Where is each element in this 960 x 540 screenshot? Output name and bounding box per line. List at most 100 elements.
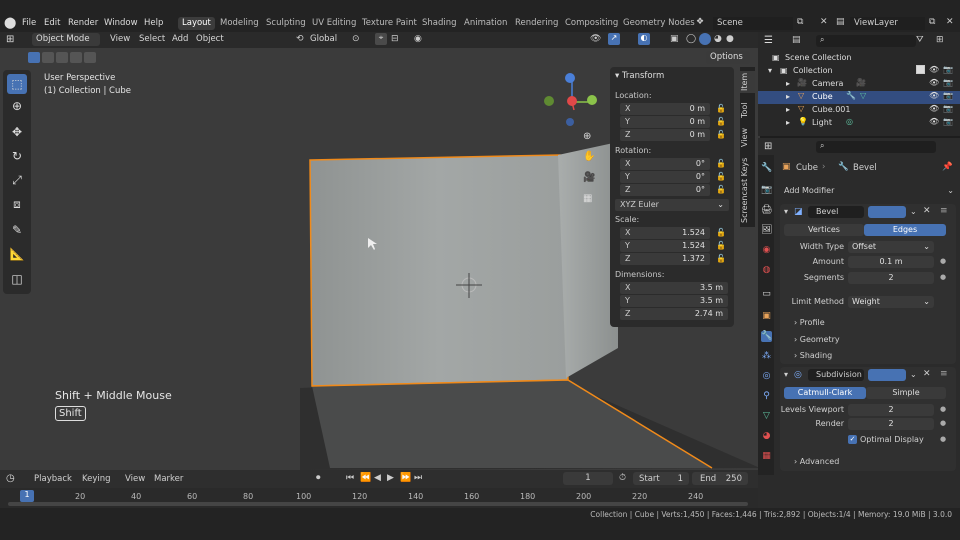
close-icon[interactable]: ✕ [820, 17, 828, 27]
particles-tab-icon[interactable]: ⁂ [761, 351, 772, 362]
lock-icon[interactable]: 🔓 [716, 185, 726, 194]
eye-icon[interactable]: 👁 [929, 65, 939, 74]
width-type-dropdown[interactable]: Offset ⌄ [848, 241, 934, 253]
chevron-right-icon[interactable]: ▸ [786, 79, 790, 88]
eye-icon[interactable]: 👁 [929, 78, 939, 87]
eye-icon[interactable]: 👁 [929, 104, 939, 113]
texture-tab-icon[interactable]: ▦ [761, 451, 772, 462]
subdivision-tab-catmull-clark[interactable]: Catmull-Clark [784, 387, 866, 399]
material-tab-icon[interactable]: ◕ [761, 431, 772, 442]
scale-x-field[interactable]: X 1.524 [620, 227, 710, 239]
properties-search-input[interactable]: ⌕ [816, 141, 936, 153]
menu-edit[interactable]: Edit [44, 18, 60, 28]
eye-icon[interactable]: 👁 [929, 91, 939, 100]
tab-uv-editing[interactable]: UV Editing [308, 17, 360, 30]
rotation-x-field[interactable]: X 0° [620, 158, 710, 170]
options-menu[interactable]: Options [706, 51, 750, 64]
scale-tool-icon[interactable]: ⤢ [7, 170, 27, 190]
render-levels-field[interactable]: 2 [848, 418, 934, 430]
transform-header[interactable]: ▾ Transform [615, 71, 664, 81]
scene-tab-icon[interactable]: ◉ [761, 245, 772, 256]
geometry-subpanel[interactable]: › Geometry [794, 335, 840, 344]
close-viewlayer-icon[interactable]: ✕ [946, 17, 954, 27]
stopwatch-icon[interactable]: ⏱ [619, 473, 626, 483]
record-icon[interactable]: ⏺ [316, 473, 321, 483]
lock-icon[interactable]: 🔓 [716, 254, 726, 263]
lock-icon[interactable]: 🔓 [716, 130, 726, 139]
lock-icon[interactable]: 🔓 [716, 172, 726, 181]
tab-tool[interactable]: Tool [740, 99, 755, 121]
keying-menu[interactable]: Keying [82, 474, 111, 484]
select-box-tool-icon[interactable]: ⬚ [7, 74, 27, 94]
ortho-grid-icon[interactable]: ▦ [583, 193, 592, 204]
rotation-mode-dropdown[interactable]: XYZ Euler ⌄ [615, 199, 729, 211]
subdivision-name-field[interactable]: Subdivision [808, 369, 864, 381]
select-intersect-icon[interactable] [84, 52, 96, 63]
jump-start-icon[interactable]: ⏮ [346, 473, 354, 483]
rotate-tool-icon[interactable]: ↻ [7, 146, 27, 166]
tab-animation[interactable]: Animation [460, 17, 511, 30]
material-shading-icon[interactable]: ◕ [714, 34, 722, 44]
camera-render-icon[interactable]: 📷 [943, 117, 953, 126]
prev-keyframe-icon[interactable]: ⏪ [360, 473, 371, 483]
close-icon[interactable]: ✕ [923, 206, 931, 216]
snap-icon[interactable]: ⌖ [375, 33, 387, 45]
menu-window[interactable]: Window [104, 18, 138, 28]
outliner-scene-collection[interactable]: ▣ Scene Collection [758, 52, 960, 65]
xray-icon[interactable]: ▣ [670, 34, 679, 44]
object-tab-icon[interactable]: ▣ [761, 311, 772, 322]
jump-end-icon[interactable]: ⏭ [414, 473, 422, 483]
keyframe-dot-icon[interactable]: ● [940, 419, 946, 427]
lock-icon[interactable]: 🔓 [716, 228, 726, 237]
mode-selector[interactable]: Object Mode [32, 33, 100, 46]
close-icon[interactable]: ✕ [923, 369, 931, 379]
tab-texture-paint[interactable]: Texture Paint [358, 17, 421, 30]
playback-menu[interactable]: Playback [34, 474, 72, 484]
constraints-tab-icon[interactable]: ⚲ [761, 391, 772, 402]
dimensions-z-field[interactable]: Z 2.74 m [620, 308, 728, 320]
editor-type-icon[interactable]: ⊞ [6, 34, 14, 45]
visibility-icon[interactable]: 👁 [590, 34, 601, 44]
rotation-y-field[interactable]: Y 0° [620, 171, 710, 183]
drag-handle-icon[interactable]: ≡ [940, 206, 948, 216]
bevel-display-toggles[interactable] [868, 206, 906, 218]
menu-help[interactable]: Help [144, 18, 163, 28]
select-extend-icon[interactable] [42, 52, 54, 63]
pan-hand-icon[interactable]: ✋ [583, 151, 595, 162]
blender-logo-icon[interactable]: ⬤ [4, 16, 16, 29]
filter-icon[interactable]: ⛛ [916, 35, 924, 45]
new-collection-icon[interactable]: ⊞ [936, 35, 944, 45]
start-frame-field[interactable]: Start 1 [633, 472, 689, 485]
gizmo-icon[interactable]: ↗ [608, 33, 620, 45]
add-menu[interactable]: Add [172, 34, 188, 44]
subdivision-display-toggles[interactable] [868, 369, 906, 381]
camera-view-icon[interactable]: 🎥 [583, 172, 595, 183]
bevel-tab-vertices[interactable]: Vertices [784, 224, 864, 236]
limit-method-dropdown[interactable]: Weight ⌄ [848, 296, 934, 308]
chevron-right-icon[interactable]: ▸ [786, 118, 790, 127]
lock-icon[interactable]: 🔓 [716, 159, 726, 168]
tool-tab-icon[interactable]: 🔧 [761, 163, 772, 174]
select-subtract-icon[interactable] [56, 52, 68, 63]
optimal-display-checkbox[interactable]: ✓ [848, 435, 857, 444]
tab-modeling[interactable]: Modeling [216, 17, 263, 30]
wireframe-shading-icon[interactable]: ◯ [686, 34, 696, 44]
scale-z-field[interactable]: Z 1.372 [620, 253, 710, 265]
measure-tool-icon[interactable]: 📐 [7, 244, 27, 264]
end-frame-field[interactable]: End 250 [692, 472, 748, 485]
view-layer-tab-icon[interactable]: 🖼 [761, 225, 772, 236]
select-invert-icon[interactable] [70, 52, 82, 63]
dimensions-y-field[interactable]: Y 3.5 m [620, 295, 728, 307]
bevel-tab-edges[interactable]: Edges [864, 224, 946, 236]
zoom-icon[interactable]: ⊕ [583, 131, 591, 142]
shading-subpanel[interactable]: › Shading [794, 351, 832, 360]
scene-selector[interactable]: Scene [713, 17, 793, 30]
camera-render-icon[interactable]: 📷 [943, 65, 953, 74]
output-tab-icon[interactable]: 🖨 [761, 205, 772, 216]
eye-icon[interactable]: 👁 [929, 117, 939, 126]
outliner-item-camera[interactable]: ▸ 🎥 Camera 🎥 👁 📷 [758, 78, 960, 91]
camera-render-icon[interactable]: 📷 [943, 104, 953, 113]
modifier-tab-icon[interactable]: 🔧 [761, 331, 772, 342]
playhead[interactable]: 1 [20, 490, 34, 502]
amount-field[interactable]: 0.1 m [848, 256, 934, 268]
